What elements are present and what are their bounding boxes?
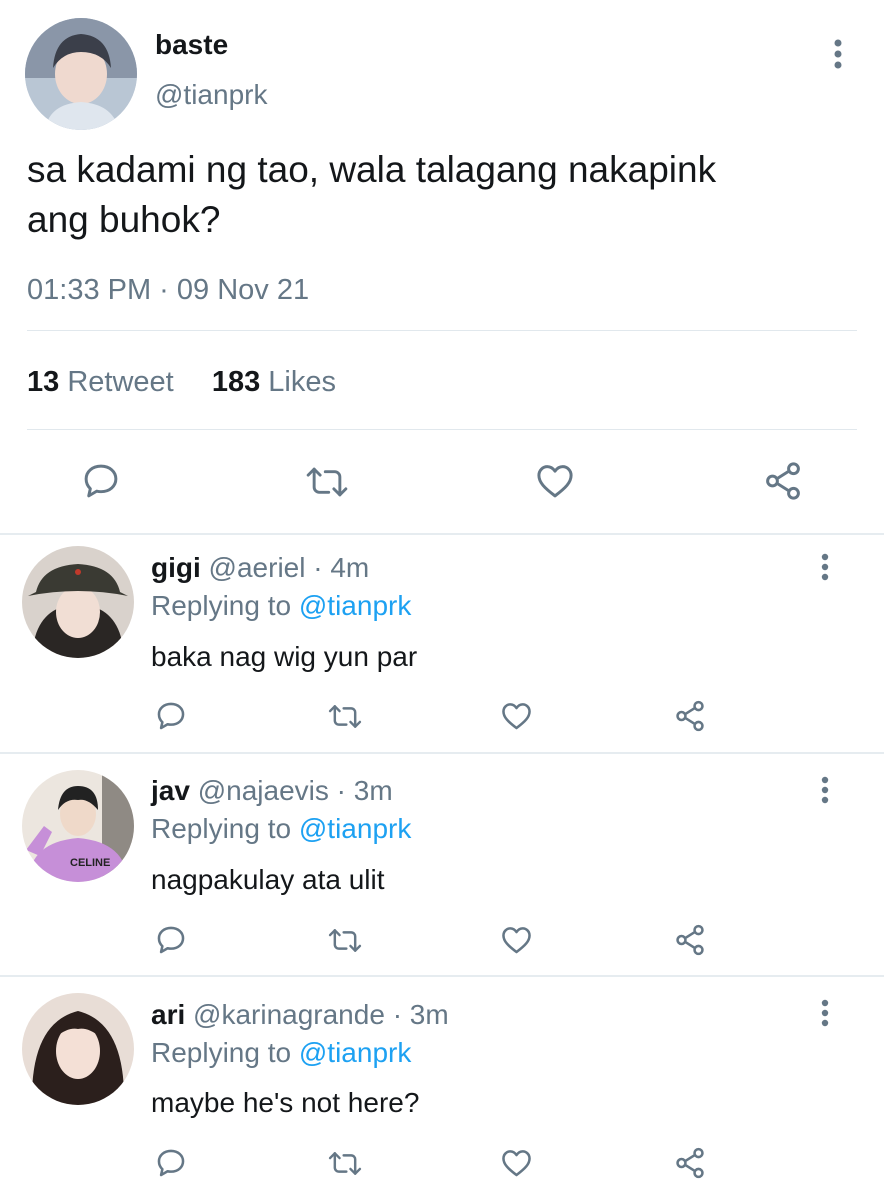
reply-text: nagpakulay ata ulit <box>151 864 385 895</box>
reply-header: gigi @aeriel · 4m <box>151 551 369 585</box>
retweet-icon[interactable] <box>326 924 364 957</box>
reply-icon[interactable] <box>154 699 188 733</box>
replying-to-label: Replying to <box>151 590 292 621</box>
replying-to: Replying to @tianprk <box>151 1036 411 1070</box>
reply-header: jav @najaevis · 3m <box>151 774 393 808</box>
reply-more-menu-icon[interactable] <box>814 775 836 807</box>
reply-display-name[interactable]: jav <box>151 775 190 806</box>
divider <box>27 429 857 430</box>
like-icon[interactable] <box>499 1146 534 1180</box>
like-icon[interactable] <box>499 923 534 957</box>
tweet-more-menu-icon[interactable] <box>826 38 850 72</box>
avatar-shirt-text: CELINE <box>70 857 110 869</box>
reply-text: maybe he's not here? <box>151 1087 420 1118</box>
reply-time: · 4m <box>313 552 370 583</box>
replying-to: Replying to @tianprk <box>151 812 411 846</box>
likes-label[interactable]: Likes <box>268 366 336 398</box>
reply-more-menu-icon[interactable] <box>814 552 836 584</box>
reply-icon[interactable] <box>154 1146 188 1180</box>
section-divider <box>0 975 884 977</box>
retweet-label[interactable]: Retweet <box>67 366 173 398</box>
tweet-stats: 13 Retweet 183 Likes <box>27 364 336 400</box>
reply-time: · 3m <box>336 775 393 806</box>
reply-display-name[interactable]: ari <box>151 999 185 1030</box>
share-icon[interactable] <box>762 460 804 502</box>
retweet-icon[interactable] <box>326 700 364 733</box>
tweet-text-line-1: sa kadami ng tao, wala talagang nakapink <box>27 149 717 190</box>
share-icon[interactable] <box>673 699 707 733</box>
divider <box>27 330 857 331</box>
reply-handle[interactable]: @najaevis <box>198 775 329 806</box>
reply-avatar[interactable] <box>22 993 134 1105</box>
reply-avatar[interactable] <box>22 546 134 658</box>
reply-header: ari @karinagrande · 3m <box>151 998 449 1032</box>
retweet-icon[interactable] <box>303 461 351 503</box>
replying-to: Replying to @tianprk <box>151 589 411 623</box>
replying-to-handle[interactable]: @tianprk <box>299 590 411 621</box>
tweet-timestamp: 01:33 PM · 09 Nov 21 <box>27 274 310 306</box>
likes-count[interactable]: 183 <box>212 366 260 398</box>
reply-text: baka nag wig yun par <box>151 641 418 672</box>
reply-handle[interactable]: @karinagrande <box>193 999 385 1030</box>
section-divider <box>0 752 884 754</box>
reply-more-menu-icon[interactable] <box>814 998 836 1030</box>
retweet-icon[interactable] <box>326 1147 364 1180</box>
section-divider <box>0 533 884 535</box>
author-avatar[interactable] <box>25 18 137 130</box>
reply-handle[interactable]: @aeriel <box>209 552 306 583</box>
share-icon[interactable] <box>673 1146 707 1180</box>
reply-avatar[interactable]: CELINE <box>22 770 134 882</box>
replying-to-label: Replying to <box>151 1037 292 1068</box>
retweet-count[interactable]: 13 <box>27 366 59 398</box>
share-icon[interactable] <box>673 923 707 957</box>
replying-to-handle[interactable]: @tianprk <box>299 813 411 844</box>
reply-icon[interactable] <box>80 460 122 502</box>
reply-display-name[interactable]: gigi <box>151 552 201 583</box>
tweet-text-line-2: ang buhok? <box>27 199 221 240</box>
like-icon[interactable] <box>533 460 577 502</box>
reply-icon[interactable] <box>154 923 188 957</box>
replying-to-label: Replying to <box>151 813 292 844</box>
reply-time: · 3m <box>392 999 449 1030</box>
author-handle[interactable]: @tianprk <box>155 78 267 112</box>
replying-to-handle[interactable]: @tianprk <box>299 1037 411 1068</box>
like-icon[interactable] <box>499 699 534 733</box>
author-display-name[interactable]: baste <box>155 28 228 62</box>
